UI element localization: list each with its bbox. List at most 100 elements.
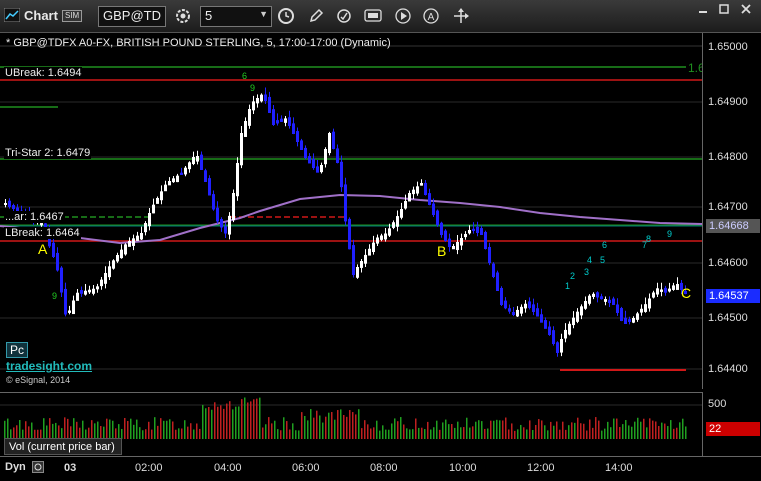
volume-bar — [616, 418, 618, 439]
price-chart[interactable]: * GBP@TDFX A0-FX, BRITISH POUND STERLING… — [0, 33, 705, 389]
volume-bar — [622, 424, 624, 439]
grid — [0, 45, 702, 370]
volume-bar — [7, 418, 9, 439]
candle-body — [424, 182, 427, 195]
volume-bar — [154, 417, 156, 439]
volume-bar — [247, 402, 249, 439]
volume-bar — [286, 421, 288, 439]
candle-body — [164, 184, 167, 192]
volume-bar — [58, 425, 60, 439]
current-price-tag: 1.64537 — [706, 289, 760, 303]
window-title: Chart — [24, 8, 58, 23]
candle-body — [84, 290, 87, 295]
link-icon[interactable] — [32, 461, 44, 473]
candle-body — [520, 306, 523, 314]
symbol-input[interactable]: GBP@TD — [98, 6, 166, 27]
price-axis[interactable]: 1.65000 1.64900 1.64800 1.64700 1.64600 … — [702, 33, 761, 389]
candle-body — [348, 218, 351, 250]
candle-body — [380, 235, 383, 240]
volume-bar — [634, 421, 636, 439]
dyn-label[interactable]: Dyn — [5, 461, 26, 473]
candle-body — [404, 201, 407, 209]
volume-bar — [613, 418, 615, 439]
candle-body — [356, 267, 359, 278]
candle-body — [252, 101, 255, 111]
volume-bar — [118, 424, 120, 439]
time-axis[interactable]: Dyn 03 02:00 04:00 06:00 08:00 10:00 12:… — [0, 456, 761, 481]
close-icon[interactable] — [740, 3, 752, 15]
candle-body — [416, 186, 419, 194]
volume-bar — [190, 423, 192, 439]
volume-bar — [358, 409, 360, 439]
volume-bar — [646, 427, 648, 439]
candle-body — [432, 203, 435, 215]
candle-body — [392, 222, 395, 228]
volume-bar — [184, 420, 186, 439]
volume-bar — [343, 415, 345, 439]
volume-bar — [241, 399, 243, 439]
svg-text:A: A — [428, 12, 435, 23]
candle-body — [604, 299, 607, 302]
volume-bar — [175, 429, 177, 439]
time-tick: 03 — [64, 462, 77, 474]
candle-body — [480, 228, 483, 235]
time-tick: 02:00 — [135, 462, 163, 474]
settings-button[interactable] — [173, 6, 193, 26]
candle-body — [312, 158, 315, 169]
candle-body — [476, 226, 479, 233]
mark-a: A — [38, 241, 48, 257]
setup-num-green-6: 6 — [242, 71, 248, 81]
volume-bar — [664, 423, 666, 439]
volume-bar — [319, 415, 321, 439]
volume-bar — [451, 424, 453, 439]
volume-axis: 500 22 — [702, 392, 761, 456]
volume-bar — [583, 423, 585, 439]
volume-bar — [628, 425, 630, 439]
pc-button[interactable]: Pc — [6, 342, 29, 358]
volume-bar — [478, 420, 480, 439]
volume-bar — [676, 427, 678, 439]
candle-body — [408, 193, 411, 202]
alert-button[interactable]: A — [421, 6, 441, 26]
volume-bar — [415, 418, 417, 439]
candle-body — [232, 193, 235, 221]
drag-button[interactable] — [451, 6, 471, 26]
volume-bar — [388, 429, 390, 439]
time-tick: 14:00 — [605, 462, 633, 474]
candle-body — [328, 133, 331, 154]
volume-bar — [334, 419, 336, 439]
volume-bar — [280, 430, 282, 439]
minimize-icon[interactable] — [697, 3, 709, 15]
volume-bar — [397, 421, 399, 439]
price-tick: 1.64400 — [708, 363, 748, 375]
setup-num-2: 2 — [570, 271, 576, 281]
volume-bar — [31, 422, 33, 439]
candle-body — [236, 163, 239, 197]
time-button[interactable] — [276, 6, 296, 26]
volume-bar — [136, 419, 138, 439]
candle-body — [52, 242, 55, 257]
volume-bar — [295, 430, 297, 439]
volume-bar — [244, 397, 246, 439]
volume-bar — [391, 423, 393, 439]
interval-select[interactable]: 5 ▼ — [200, 6, 272, 27]
volume-bar — [301, 412, 303, 439]
candle-body — [440, 222, 443, 235]
volume-bar — [406, 428, 408, 439]
get-button[interactable] — [363, 6, 383, 26]
maximize-icon[interactable] — [718, 3, 730, 15]
refresh-button[interactable] — [334, 6, 354, 26]
play-button[interactable] — [393, 6, 413, 26]
symbol-value: GBP@TD — [103, 8, 161, 23]
volume-bar — [460, 427, 462, 439]
setup-num-6: 6 — [602, 240, 608, 250]
volume-bar — [685, 426, 687, 439]
volume-bar — [76, 421, 78, 439]
volume-bar — [577, 417, 579, 439]
candle-body — [596, 292, 599, 298]
time-tick: 06:00 — [292, 462, 320, 474]
mark-c: C — [681, 285, 692, 301]
draw-button[interactable] — [306, 6, 326, 26]
volume-bar — [46, 425, 48, 439]
volume-bar — [193, 429, 195, 439]
